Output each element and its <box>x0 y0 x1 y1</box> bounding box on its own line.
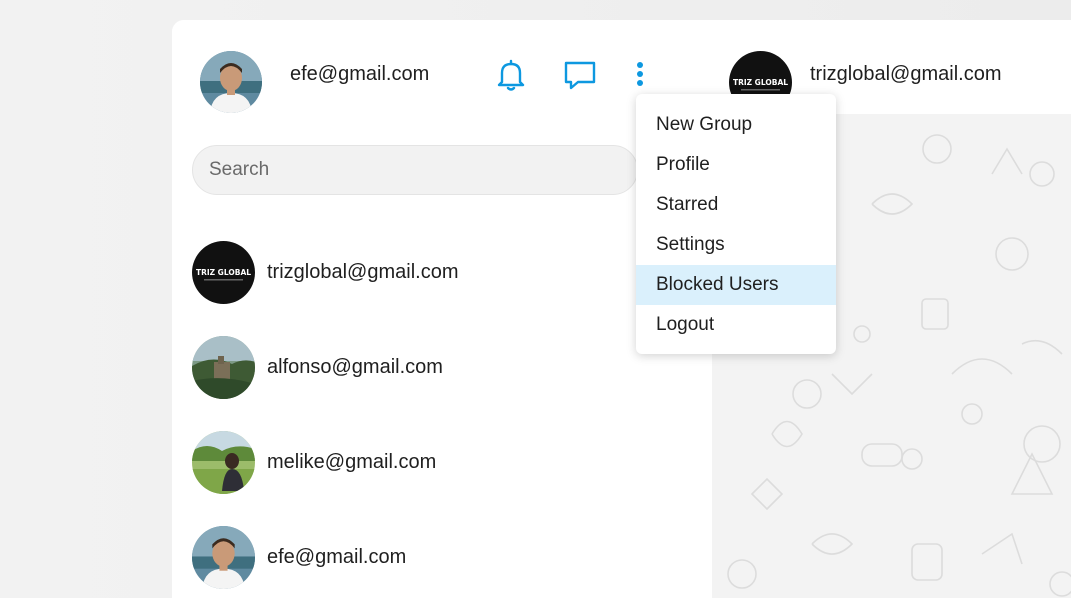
contact-item-efe[interactable]: efe@gmail.com <box>192 526 692 590</box>
contact-avatar-logo-text: TRIZ GLOBAL <box>196 268 251 277</box>
menu-item-blocked-users[interactable]: Blocked Users <box>636 265 836 305</box>
options-menu: New Group Profile Starred Settings Block… <box>636 94 836 354</box>
contact-email: trizglobal@gmail.com <box>267 261 459 283</box>
sidebar-header: efe@gmail.com <box>172 20 712 130</box>
menu-item-logout[interactable]: Logout <box>636 305 836 345</box>
contact-item-melike[interactable]: melike@gmail.com <box>192 431 692 495</box>
menu-item-profile[interactable]: Profile <box>636 145 836 185</box>
contact-item-trizglobal[interactable]: TRIZ GLOBAL trizglobal@gmail.com <box>192 241 692 305</box>
contact-avatar <box>192 431 255 494</box>
contact-avatar: TRIZ GLOBAL <box>192 241 255 304</box>
sidebar: efe@gmail.com Search TRIZ GLOBAL trizglo… <box>172 20 712 598</box>
my-avatar[interactable] <box>200 51 262 113</box>
chat-contact-email: trizglobal@gmail.com <box>810 63 1002 85</box>
chat-bubble-icon[interactable] <box>563 58 597 92</box>
contact-avatar <box>192 526 255 589</box>
contact-email: melike@gmail.com <box>267 451 437 473</box>
more-vertical-icon[interactable] <box>625 58 655 92</box>
contact-avatar <box>192 336 255 399</box>
contact-item-alfonso[interactable]: alfonso@gmail.com <box>192 336 692 400</box>
chat-avatar-logo-text: TRIZ GLOBAL <box>733 78 788 87</box>
search-input[interactable] <box>193 146 637 194</box>
my-email: efe@gmail.com <box>290 63 430 85</box>
contact-email: alfonso@gmail.com <box>267 356 443 378</box>
menu-item-settings[interactable]: Settings <box>636 225 836 265</box>
search-bar[interactable] <box>192 145 638 195</box>
app-window: efe@gmail.com Search TRIZ GLOBAL trizglo… <box>172 20 1071 598</box>
contact-email: efe@gmail.com <box>267 546 407 568</box>
menu-item-new-group[interactable]: New Group <box>636 105 836 145</box>
bell-icon[interactable] <box>494 58 528 92</box>
menu-item-starred[interactable]: Starred <box>636 185 836 225</box>
